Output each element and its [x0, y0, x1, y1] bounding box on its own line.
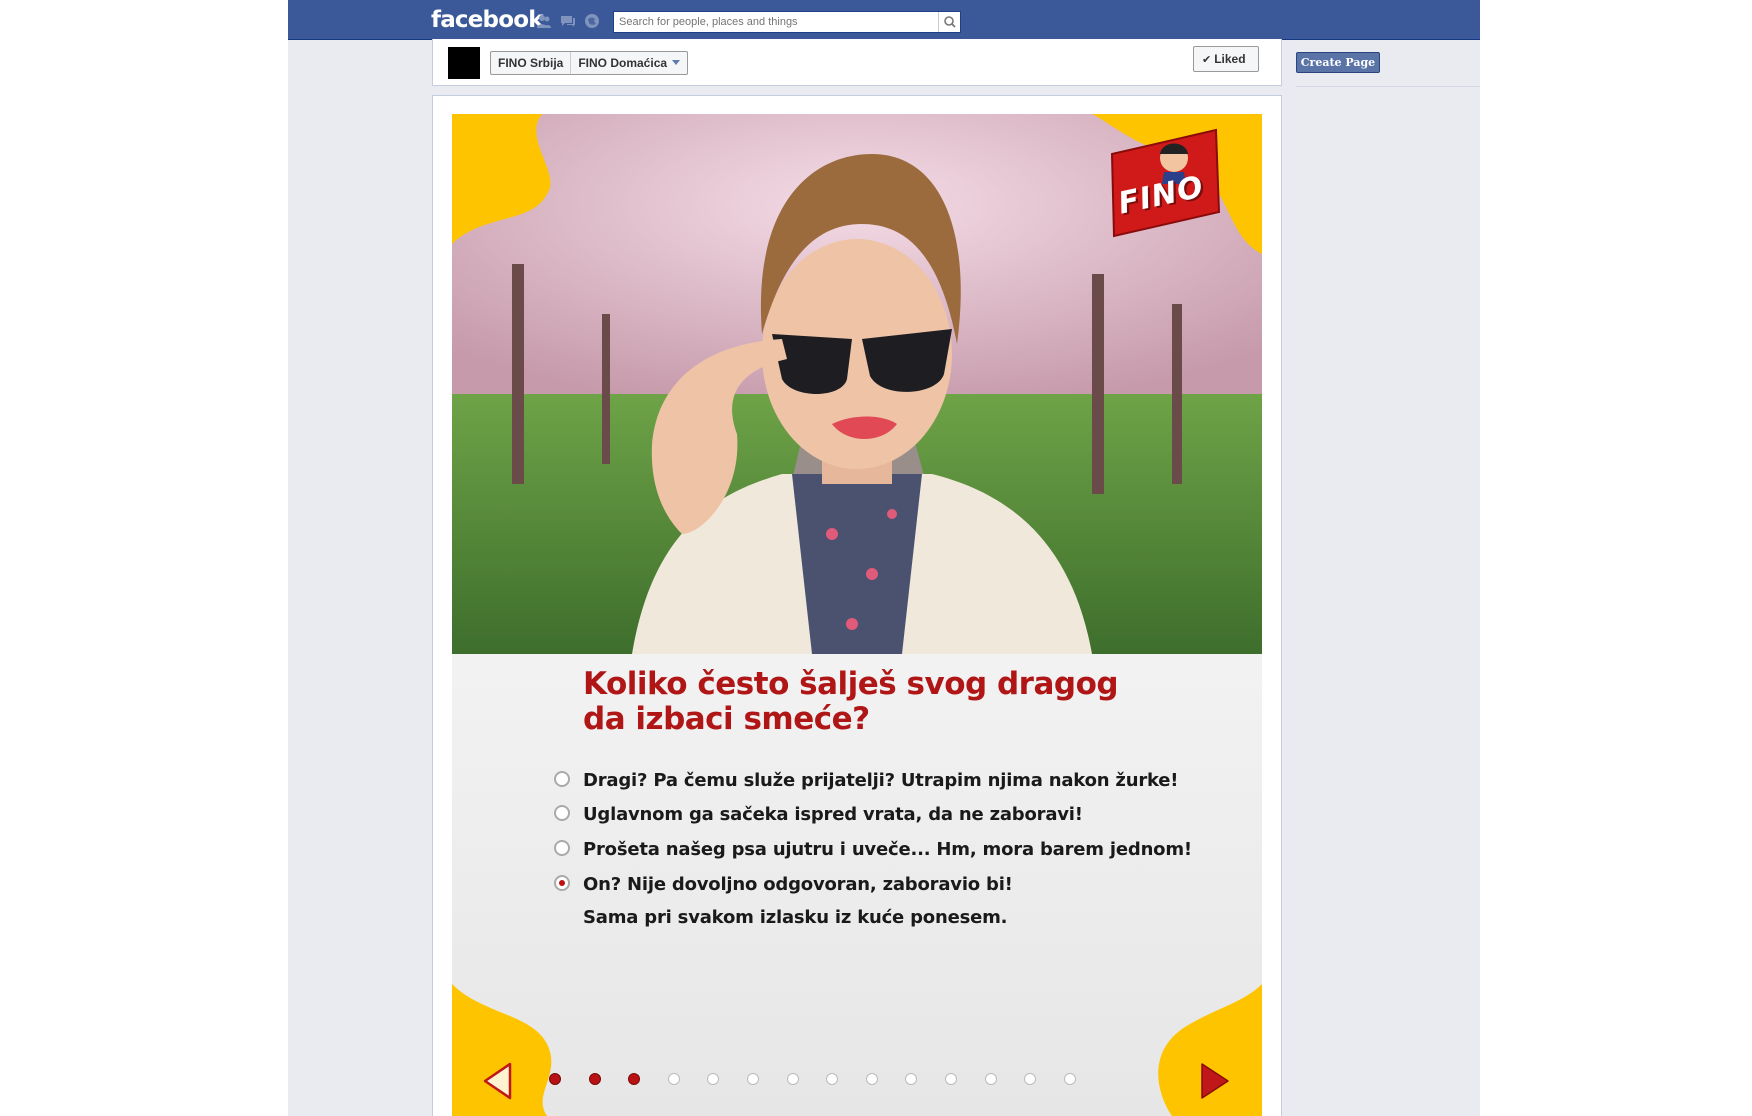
- answer-label: Prošeta našeg psa ujutru i uveče... Hm, …: [583, 839, 1192, 860]
- pager-dot-5[interactable]: [707, 1073, 719, 1085]
- next-arrow-icon[interactable]: [1199, 1062, 1231, 1100]
- radio-button[interactable]: [554, 771, 570, 787]
- switcher-item-fino-domacica[interactable]: FINO Domaćica: [571, 52, 687, 74]
- pager-dot-10[interactable]: [905, 1073, 917, 1085]
- pager-dot-6[interactable]: [747, 1073, 759, 1085]
- friend-requests-icon[interactable]: [536, 13, 552, 29]
- pager-dot-3[interactable]: [628, 1073, 640, 1085]
- switcher-item-label: FINO Domaćica: [578, 56, 668, 70]
- app-canvas: FINO Koliko često šalješ svog dragog da i…: [452, 114, 1262, 1116]
- liked-label: Liked: [1214, 52, 1246, 66]
- previous-arrow-icon[interactable]: [482, 1062, 512, 1100]
- radio-button[interactable]: [554, 805, 570, 821]
- hero-image: FINO: [452, 114, 1262, 654]
- quiz-question: Koliko često šalješ svog dragog da izbaci…: [583, 667, 1143, 737]
- pager-dot-7[interactable]: [787, 1073, 799, 1085]
- question-line-1: Koliko često šalješ svog dragog: [583, 666, 1119, 702]
- notifications-icon[interactable]: [584, 13, 600, 29]
- question-line-2: da izbaci smeće?: [583, 701, 870, 737]
- search-input[interactable]: [614, 12, 936, 32]
- answer-label: Uglavnom ga sačeka ispred vrata, da ne z…: [583, 804, 1083, 825]
- create-page-button[interactable]: Create Page: [1296, 52, 1380, 73]
- chevron-down-icon: [672, 60, 681, 65]
- search-button[interactable]: [938, 12, 960, 32]
- answer-label: Dragi? Pa čemu služe prijatelji? Utrapim…: [583, 770, 1179, 791]
- checkmark-icon: ✔: [1202, 54, 1212, 66]
- pager-dot-8[interactable]: [826, 1073, 838, 1085]
- facebook-logo[interactable]: facebook: [431, 7, 544, 33]
- radio-button[interactable]: [554, 840, 570, 856]
- page-avatar[interactable]: [448, 47, 480, 79]
- radio-selected-dot: [559, 880, 565, 886]
- pager-dot-11[interactable]: [945, 1073, 957, 1085]
- pager-dot-9[interactable]: [866, 1073, 878, 1085]
- page-switcher[interactable]: FINO Srbija FINO Domaćica: [490, 51, 689, 75]
- answer-label-continuation: Sama pri svakom izlasku iz kuće ponesem.: [583, 907, 1008, 928]
- search-box: [613, 11, 961, 33]
- answer-label: On? Nije dovoljno odgovoran, zaboravio b…: [583, 874, 1013, 895]
- liked-button[interactable]: ✔ Liked: [1193, 46, 1259, 72]
- page-nav-bar: FINO Srbija FINO Domaćica ✔ Liked: [432, 39, 1282, 86]
- corner-decoration: [452, 114, 551, 244]
- pager-dot-4[interactable]: [668, 1073, 680, 1085]
- divider: [1296, 86, 1480, 87]
- pager-dot-13[interactable]: [1024, 1073, 1036, 1085]
- pager-dot-2[interactable]: [589, 1073, 601, 1085]
- pager-dot-1[interactable]: [549, 1073, 561, 1085]
- search-icon: [944, 16, 956, 28]
- pager-dot-12[interactable]: [985, 1073, 997, 1085]
- messages-icon[interactable]: [560, 13, 576, 29]
- pager-dot-14[interactable]: [1064, 1073, 1076, 1085]
- radio-button-selected[interactable]: [554, 875, 570, 891]
- switcher-item-fino-srbija[interactable]: FINO Srbija: [491, 52, 572, 74]
